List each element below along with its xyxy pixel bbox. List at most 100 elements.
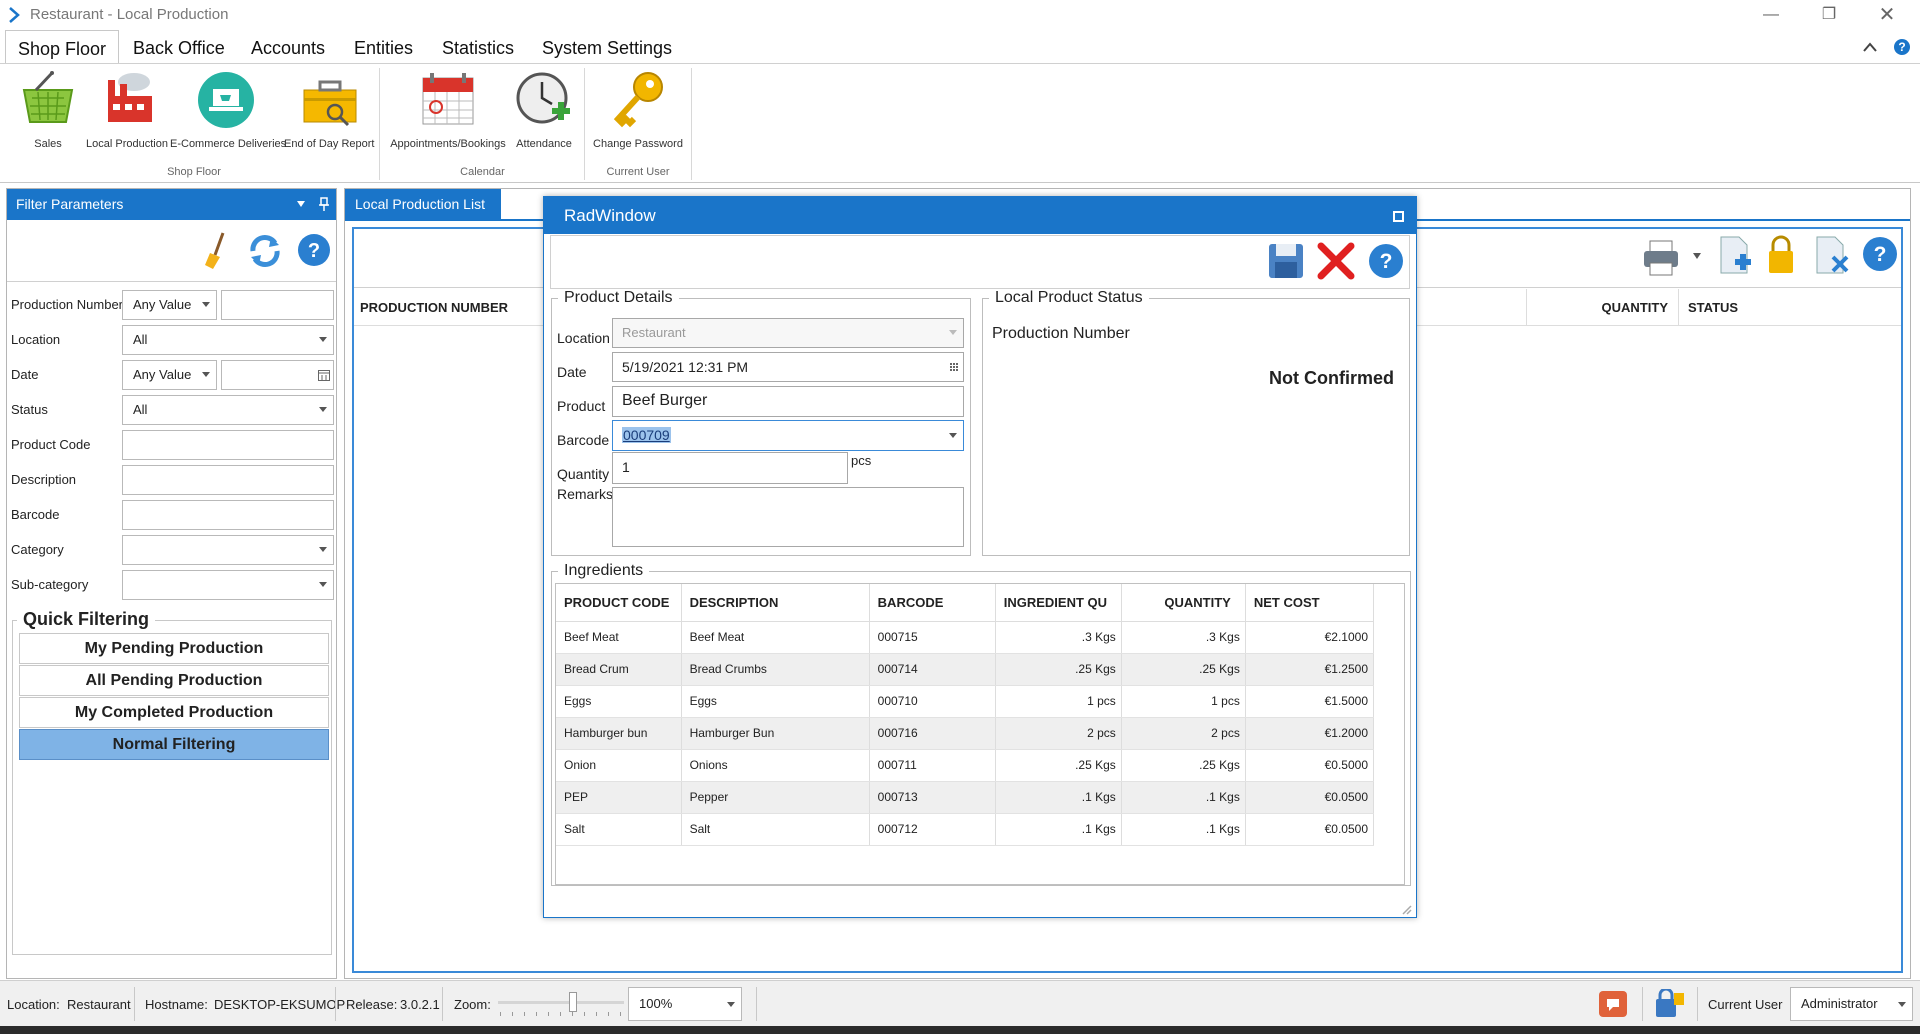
cell-product-code: Bread Crum — [556, 653, 682, 686]
appointments-bookings-button[interactable]: Appointments/Bookings — [386, 68, 510, 160]
local-production-button[interactable]: Local Production — [86, 68, 168, 160]
status-label: Status — [11, 402, 48, 417]
close-icon[interactable]: ✕ — [1862, 2, 1912, 28]
end-of-day-report-button[interactable]: End of Day Report — [284, 68, 375, 160]
production-number-mode-select[interactable]: Any Value — [122, 290, 217, 320]
ecommerce-deliveries-button[interactable]: E-Commerce Deliveries — [170, 68, 286, 160]
normal-filtering-button[interactable]: Normal Filtering — [19, 729, 329, 760]
window-title: Restaurant - Local Production — [30, 6, 229, 23]
sub-category-select[interactable] — [122, 570, 334, 600]
product-code-input[interactable] — [122, 430, 334, 460]
calendar-picker-icon[interactable] — [318, 369, 330, 381]
current-user-select[interactable]: Administrator — [1790, 987, 1913, 1021]
cancel-icon[interactable] — [1316, 241, 1356, 281]
user-lock-icon[interactable] — [1652, 989, 1686, 1019]
column-ingredient-quantity[interactable]: INGREDIENT QU — [995, 584, 1122, 622]
chat-icon[interactable] — [1597, 989, 1629, 1019]
production-number-input[interactable] — [221, 290, 334, 320]
date-field-label: Date — [557, 364, 587, 380]
tab-local-production-list[interactable]: Local Production List — [345, 189, 501, 219]
tab-system-settings[interactable]: System Settings — [530, 30, 684, 64]
filter-panel-header: Filter Parameters — [7, 189, 336, 220]
description-input[interactable] — [122, 465, 334, 495]
date-mode-select[interactable]: Any Value — [122, 360, 217, 390]
title-bar: Restaurant - Local Production — ❐ ✕ — [0, 0, 1920, 30]
column-description[interactable]: DESCRIPTION — [681, 584, 870, 622]
cell-barcode: 000713 — [869, 781, 996, 814]
pin-icon[interactable] — [319, 197, 329, 211]
calendar-icon — [422, 73, 474, 125]
remarks-field[interactable] — [612, 487, 964, 547]
attendance-button[interactable]: Attendance — [512, 68, 576, 160]
print-dropdown-icon[interactable] — [1693, 253, 1701, 259]
barcode-field[interactable]: 000709 — [612, 420, 964, 451]
resize-grip-icon[interactable] — [1400, 903, 1412, 915]
product-field[interactable]: Beef Burger — [612, 386, 964, 417]
zoom-slider[interactable] — [498, 990, 624, 1018]
delete-document-icon[interactable] — [1811, 233, 1851, 279]
status-select[interactable]: All — [122, 395, 334, 425]
help-icon[interactable]: ? — [1893, 38, 1911, 56]
tab-entities[interactable]: Entities — [342, 30, 425, 64]
sales-button[interactable]: Sales — [12, 68, 84, 160]
tab-back-office[interactable]: Back Office — [121, 30, 237, 64]
save-icon[interactable] — [1266, 241, 1306, 281]
svg-text:?: ? — [1380, 250, 1393, 273]
location-status-label: Location: — [7, 997, 60, 1012]
column-net-cost[interactable]: NET COST — [1245, 584, 1375, 622]
quantity-unit: pcs — [851, 453, 872, 468]
ingredient-row[interactable]: Salt Salt 000712 .1 Kgs .1 Kgs €0.0500 — [556, 813, 1375, 846]
broom-icon[interactable] — [201, 231, 229, 271]
ingredient-row[interactable]: Beef Meat Beef Meat 000715 .3 Kgs .3 Kgs… — [556, 621, 1375, 654]
refresh-icon[interactable] — [245, 233, 285, 269]
sub-category-label: Sub-category — [11, 577, 89, 592]
column-production-number[interactable]: PRODUCTION NUMBER — [354, 289, 554, 326]
all-pending-production-button[interactable]: All Pending Production — [19, 665, 329, 696]
column-status[interactable]: STATUS — [1688, 289, 1838, 326]
print-icon[interactable] — [1640, 235, 1684, 279]
ingredient-row[interactable]: Onion Onions 000711 .25 Kgs .25 Kgs €0.5… — [556, 749, 1375, 782]
location-select[interactable]: All — [122, 325, 334, 355]
barcode-input[interactable] — [122, 500, 334, 530]
cell-description: Beef Meat — [681, 621, 870, 654]
product-details-legend: Product Details — [564, 289, 673, 306]
help-icon[interactable]: ? — [1860, 235, 1900, 275]
product-field-label: Product — [557, 398, 606, 414]
ingredient-row[interactable]: Hamburger bun Hamburger Bun 000716 2 pcs… — [556, 717, 1375, 750]
date-picker-icon[interactable] — [949, 362, 959, 372]
panel-dropdown-icon[interactable] — [297, 201, 305, 207]
new-document-icon[interactable] — [1715, 233, 1755, 279]
toolbox-report-icon — [303, 80, 357, 127]
column-quantity[interactable]: QUANTITY — [1121, 584, 1246, 622]
column-quantity[interactable]: QUANTITY — [1527, 289, 1679, 326]
tab-accounts[interactable]: Accounts — [239, 30, 337, 64]
key-icon — [613, 72, 663, 128]
zoom-select[interactable]: 100% — [628, 987, 742, 1021]
column-barcode[interactable]: BARCODE — [869, 584, 996, 622]
date-field[interactable]: 5/19/2021 12:31 PM — [612, 352, 964, 382]
ingredients-header-row: PRODUCT CODE DESCRIPTION BARCODE INGREDI… — [556, 584, 1375, 622]
location-field[interactable]: Restaurant — [612, 318, 964, 348]
help-icon[interactable]: ? — [295, 233, 333, 269]
tab-shop-floor[interactable]: Shop Floor — [5, 30, 120, 64]
lock-icon[interactable] — [1765, 233, 1797, 277]
maximize-icon[interactable] — [1393, 211, 1404, 222]
ingredient-row[interactable]: Bread Crum Bread Crumbs 000714 .25 Kgs .… — [556, 653, 1375, 686]
column-product-code[interactable]: PRODUCT CODE — [556, 584, 682, 622]
date-input[interactable] — [221, 360, 334, 390]
category-select[interactable] — [122, 535, 334, 565]
minimize-icon[interactable]: — — [1746, 2, 1796, 28]
collapse-ribbon-icon[interactable] — [1862, 41, 1878, 53]
my-pending-production-button[interactable]: My Pending Production — [19, 633, 329, 664]
cell-product-code: Hamburger bun — [556, 717, 682, 750]
ingredient-row[interactable]: PEP Pepper 000713 .1 Kgs .1 Kgs €0.0500 — [556, 781, 1375, 814]
ingredient-row[interactable]: Eggs Eggs 000710 1 pcs 1 pcs €1.5000 — [556, 685, 1375, 718]
change-password-button[interactable]: Change Password — [590, 68, 686, 160]
help-icon[interactable]: ? — [1366, 241, 1406, 281]
ingredients-legend: Ingredients — [564, 562, 644, 579]
quantity-field[interactable]: 1 — [612, 452, 848, 484]
restore-icon[interactable]: ❐ — [1804, 2, 1854, 28]
my-completed-production-button[interactable]: My Completed Production — [19, 697, 329, 728]
tab-statistics[interactable]: Statistics — [430, 30, 526, 64]
zoom-slider-thumb[interactable] — [569, 992, 577, 1012]
